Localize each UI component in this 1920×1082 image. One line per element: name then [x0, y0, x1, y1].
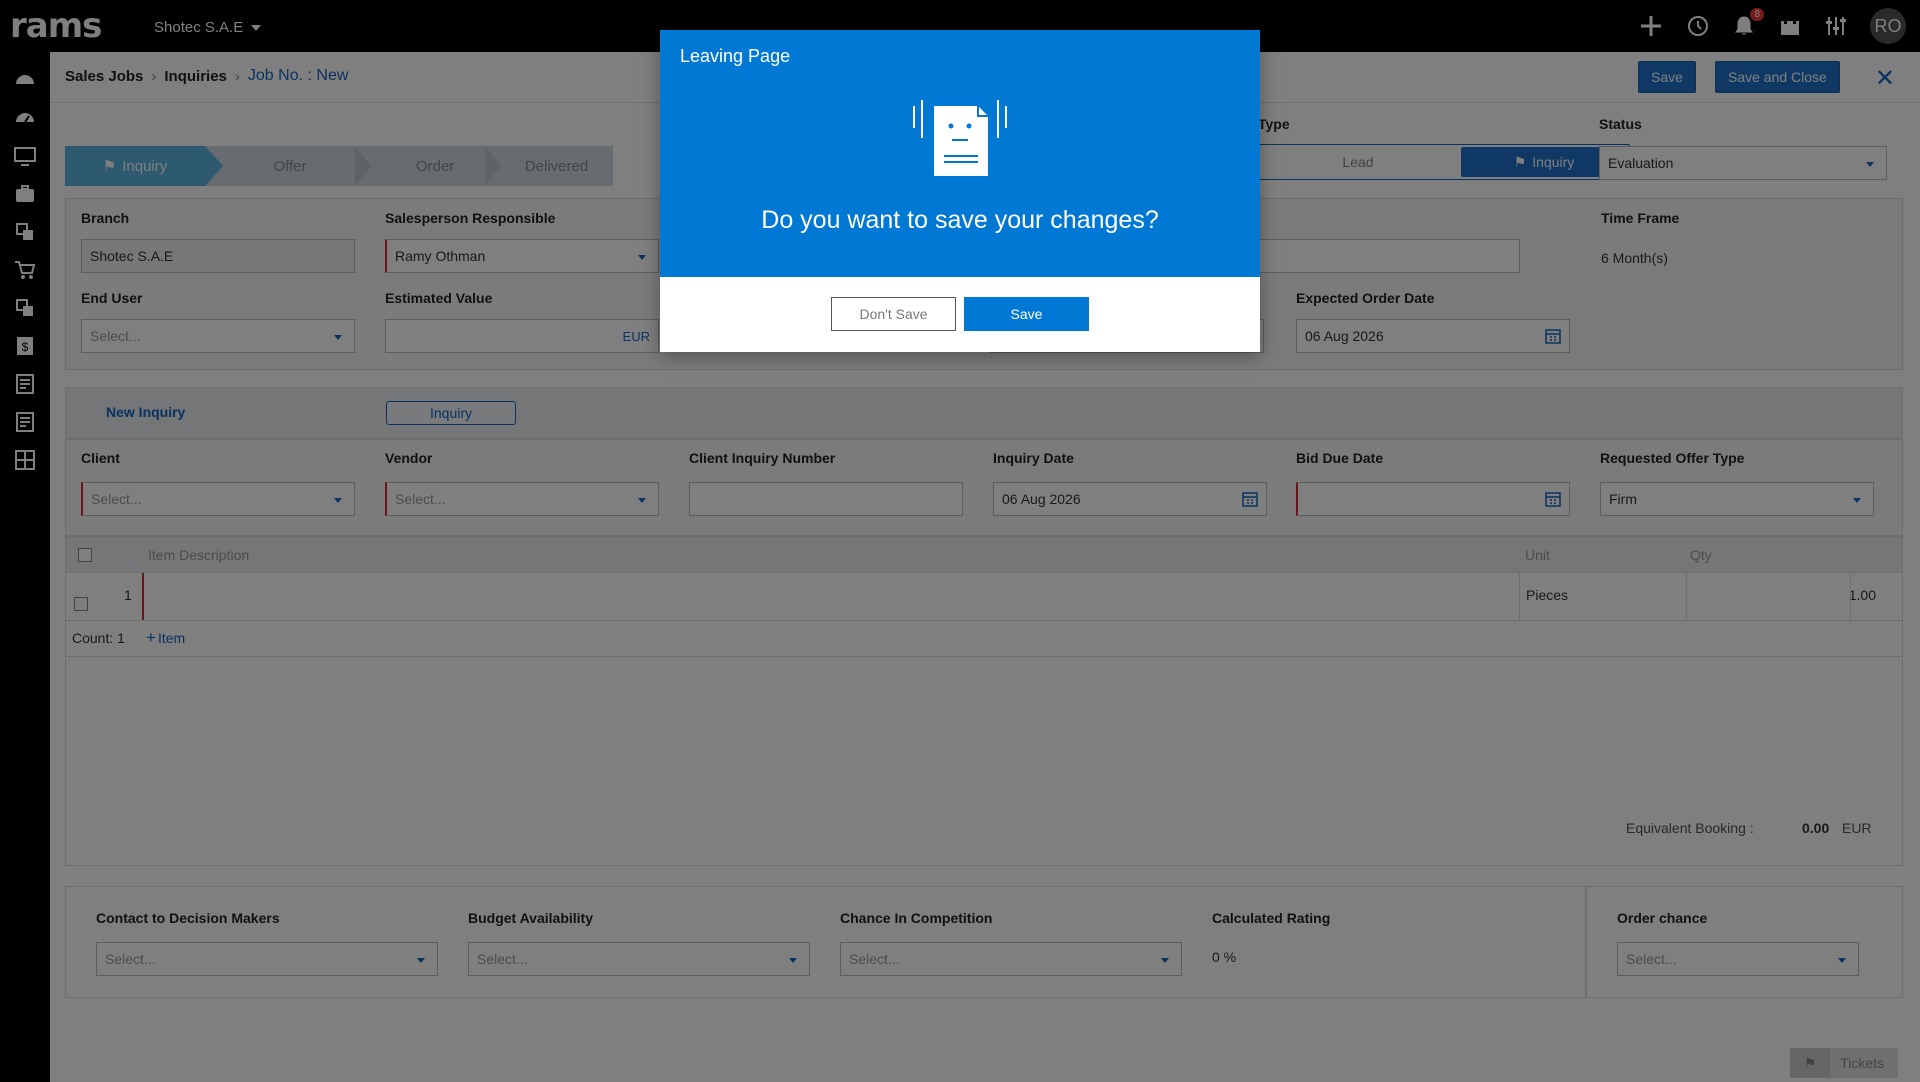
- dialog-save-button[interactable]: Save: [964, 297, 1089, 331]
- dialog-question: Do you want to save your changes?: [761, 206, 1159, 234]
- leaving-page-dialog: Leaving Page Do you want to save your ch…: [660, 30, 1260, 352]
- dialog-header: Leaving Page Do you want to save your ch…: [660, 30, 1260, 277]
- dont-save-button[interactable]: Don't Save: [831, 297, 956, 331]
- dialog-title: Leaving Page: [680, 46, 791, 66]
- document-face-icon: [913, 100, 1007, 176]
